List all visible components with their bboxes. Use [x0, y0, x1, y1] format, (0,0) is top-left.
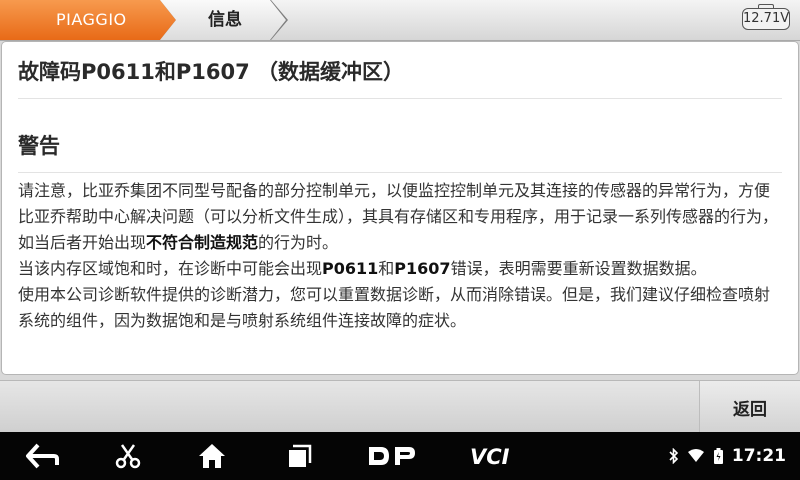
battery-icon [713, 448, 723, 464]
paragraph-3: 使用本公司诊断软件提供的诊断潜力，您可以重置数据诊断，从而消除错误。但是，我们建… [18, 285, 771, 330]
paragraph-1-bold: 不符合制造规范 [146, 233, 259, 252]
warning-body: 请注意，比亚乔集团不同型号配备的部分控制单元，以便监控控制单元及其连接的传感器的… [18, 178, 784, 334]
top-bar: PIAGGIO 信息 12.71V [0, 0, 800, 41]
status-area: 17:21 [669, 432, 786, 480]
scissors-icon[interactable] [100, 432, 156, 480]
battery-voltage-indicator: 12.71V [742, 8, 790, 30]
paragraph-2-text-b: 错误，表明需要重新设置数据数据。 [450, 259, 707, 278]
paragraph-1-text-a: 请注意，比亚乔集团不同型号配备的部分控制单元，以便监控控制单元及其连接的传感器的… [18, 181, 779, 252]
paragraph-2-text-a: 当该内存区域饱和时，在诊断中可能会出现 [18, 259, 323, 278]
paragraph-1: 请注意，比亚乔集团不同型号配备的部分控制单元，以便监控控制单元及其连接的传感器的… [18, 178, 784, 256]
system-nav-bar: VCI 17:21 [0, 432, 800, 480]
paragraph-2-and: 和 [378, 259, 395, 278]
page-title: 故障码P0611和P1607 （数据缓冲区） [18, 56, 782, 99]
action-bar: 返回 [0, 380, 800, 433]
paragraph-2: 当该内存区域饱和时，在诊断中可能会出现P0611和P1607错误，表明需要重新设… [18, 256, 784, 282]
vci-icon[interactable]: VCI [466, 432, 530, 480]
recents-icon[interactable] [270, 432, 326, 480]
back-icon[interactable] [14, 432, 70, 480]
back-button[interactable]: 返回 [699, 381, 800, 433]
breadcrumb-brand[interactable]: PIAGGIO [0, 0, 176, 40]
paragraph-1-text-b: 的行为时。 [258, 233, 339, 252]
breadcrumb-page[interactable]: 信息 [160, 0, 286, 40]
battery-voltage-value: 12.71V [743, 11, 790, 26]
paragraph-2-code-1: P0611 [322, 259, 379, 278]
warning-heading: 警告 [18, 130, 782, 173]
home-icon[interactable] [184, 432, 240, 480]
clock-time: 17:21 [731, 446, 786, 466]
bluetooth-icon [669, 448, 679, 464]
wifi-icon [687, 449, 704, 462]
dp-icon[interactable] [362, 432, 422, 480]
info-card: 故障码P0611和P1607 （数据缓冲区） 警告 请注意，比亚乔集团不同型号配… [2, 42, 798, 374]
paragraph-2-code-2: P1607 [394, 259, 451, 278]
vci-label: VCI [470, 445, 510, 469]
